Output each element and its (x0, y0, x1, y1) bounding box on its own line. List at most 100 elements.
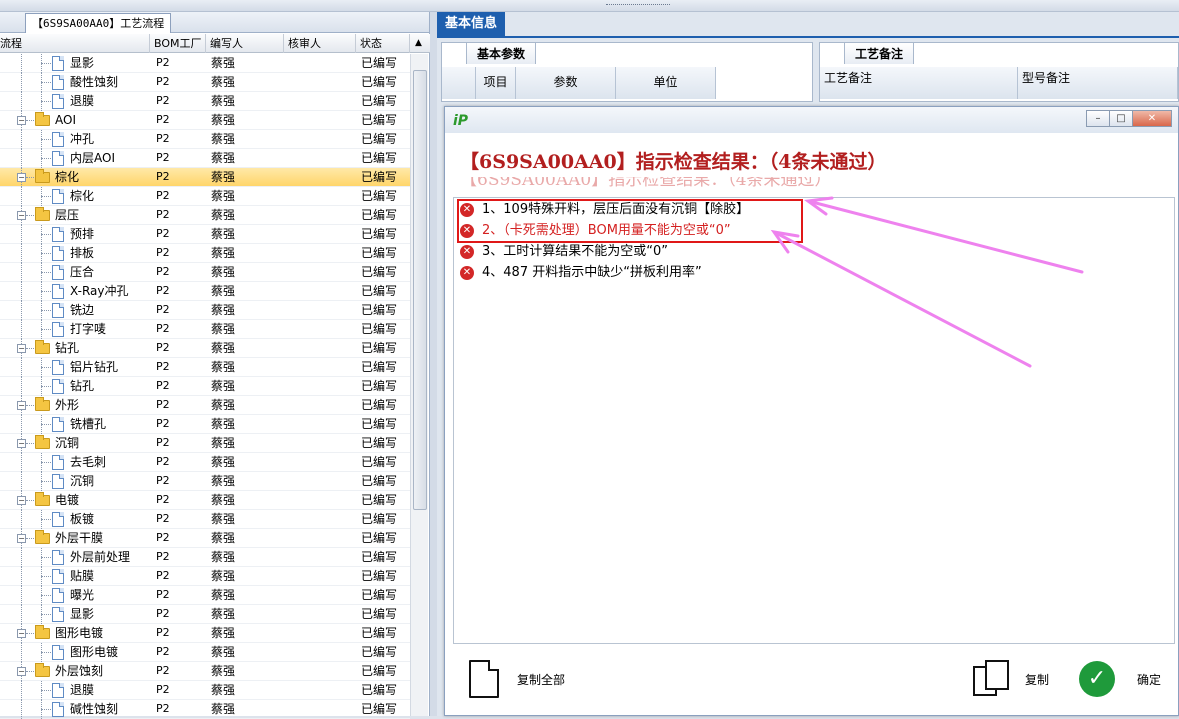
tab-process-notes[interactable]: 工艺备注 (844, 42, 915, 64)
tree-row[interactable]: − 外形 P2 蔡强 已编写 (0, 396, 410, 415)
tree-row[interactable]: 压合 P2 蔡强 已编写 (0, 263, 410, 282)
tab-process-flow[interactable]: 【6S9SA00AA0】工艺流程 (25, 13, 172, 33)
col-header-status[interactable]: 状态 (356, 34, 410, 53)
tree-row[interactable]: 板镀 P2 蔡强 已编写 (0, 510, 410, 529)
status: 已编写 (361, 208, 398, 222)
collapse-icon[interactable]: − (17, 629, 26, 638)
tree-row[interactable]: 排板 P2 蔡强 已编写 (0, 244, 410, 263)
minimize-button[interactable]: – (1086, 110, 1110, 127)
tree-row[interactable]: − 沉铜 P2 蔡强 已编写 (0, 434, 410, 453)
author: 蔡强 (211, 132, 236, 146)
dialog-title-bar[interactable]: iP – □ ✕ (445, 107, 1178, 133)
tree-row[interactable]: X-Ray冲孔 P2 蔡强 已编写 (0, 282, 410, 301)
tree-row[interactable]: 沉铜 P2 蔡强 已编写 (0, 472, 410, 491)
collapse-icon[interactable]: − (17, 439, 26, 448)
bom-factory: P2 (156, 645, 170, 658)
bom-factory: P2 (156, 512, 170, 525)
tree-row[interactable]: 棕化 P2 蔡强 已编写 (0, 187, 410, 206)
tree-row[interactable]: − 棕化 P2 蔡强 已编写 (0, 168, 410, 187)
col-header-bom-factory[interactable]: BOM工厂 (150, 34, 206, 53)
tree-row[interactable]: − 钻孔 P2 蔡强 已编写 (0, 339, 410, 358)
bom-factory: P2 (156, 417, 170, 430)
bom-factory: P2 (156, 607, 170, 620)
document-icon (52, 607, 64, 622)
author: 蔡强 (211, 284, 236, 298)
tree-row[interactable]: 显影 P2 蔡强 已编写 (0, 54, 410, 73)
tab-basic-params[interactable]: 基本参数 (466, 42, 537, 64)
tree-row[interactable]: − 外层蚀刻 P2 蔡强 已编写 (0, 662, 410, 681)
tree-row[interactable]: 退膜 P2 蔡强 已编写 (0, 681, 410, 700)
col-header-flow[interactable]: 流程 (0, 34, 150, 53)
status: 已编写 (361, 645, 398, 659)
tree-row[interactable]: 预排 P2 蔡强 已编写 (0, 225, 410, 244)
tree-row[interactable]: 打字唛 P2 蔡强 已编写 (0, 320, 410, 339)
maximize-button[interactable]: □ (1109, 110, 1133, 127)
collapse-icon[interactable]: − (17, 173, 26, 182)
panel-splitter[interactable] (430, 12, 437, 716)
collapse-icon[interactable]: − (17, 496, 26, 505)
tree-row[interactable]: − 图形电镀 P2 蔡强 已编写 (0, 624, 410, 643)
bom-factory: P2 (156, 683, 170, 696)
col-header-unit[interactable]: 单位 (616, 67, 716, 99)
collapse-icon[interactable]: − (17, 211, 26, 220)
process-name: 曝光 (70, 588, 95, 602)
ok-button[interactable]: ✓ 确定 (1079, 659, 1161, 699)
document-icon (52, 246, 64, 261)
process-flow-panel: 【6S9SA00AA0】工艺流程 流程 BOM工厂 编写人 核审人 状态 ▲ 显… (0, 12, 430, 719)
status: 已编写 (361, 265, 398, 279)
tree-row[interactable]: 退膜 P2 蔡强 已编写 (0, 92, 410, 111)
tree-row[interactable]: 图形电镀 P2 蔡强 已编写 (0, 643, 410, 662)
col-header-param[interactable]: 参数 (516, 67, 616, 99)
author: 蔡强 (211, 512, 236, 526)
process-name: 棕化 (70, 189, 95, 203)
collapse-icon[interactable]: − (17, 401, 26, 410)
tree-row[interactable]: 冲孔 P2 蔡强 已编写 (0, 130, 410, 149)
tree-row[interactable]: 去毛刺 P2 蔡强 已编写 (0, 453, 410, 472)
tree-row[interactable]: 碱性蚀刻 P2 蔡强 已编写 (0, 700, 410, 719)
process-name: 碱性蚀刻 (70, 702, 119, 716)
tree-row[interactable]: 铝片钻孔 P2 蔡强 已编写 (0, 358, 410, 377)
error-icon: ✕ (460, 203, 474, 217)
author: 蔡强 (211, 75, 236, 89)
tree-row[interactable]: 曝光 P2 蔡强 已编写 (0, 586, 410, 605)
top-splitter-bar[interactable] (0, 0, 1179, 12)
tree-row[interactable]: − AOI P2 蔡强 已编写 (0, 111, 410, 130)
tree-row[interactable]: 钻孔 P2 蔡强 已编写 (0, 377, 410, 396)
col-header-model-note[interactable]: 型号备注 (1018, 67, 1178, 99)
status: 已编写 (361, 683, 398, 697)
vertical-scrollbar[interactable] (410, 54, 428, 716)
tree-row[interactable]: 外层前处理 P2 蔡强 已编写 (0, 548, 410, 567)
copy-all-button[interactable]: 复制全部 (469, 659, 565, 699)
splitter-grip[interactable] (606, 4, 670, 7)
author: 蔡强 (211, 569, 236, 583)
collapse-icon[interactable]: − (17, 534, 26, 543)
tree-row[interactable]: − 外层干膜 P2 蔡强 已编写 (0, 529, 410, 548)
tree-row[interactable]: − 电镀 P2 蔡强 已编写 (0, 491, 410, 510)
tree-row[interactable]: 贴膜 P2 蔡强 已编写 (0, 567, 410, 586)
status: 已编写 (361, 189, 398, 203)
bom-factory: P2 (156, 227, 170, 240)
col-header-reviewer[interactable]: 核审人 (284, 34, 356, 53)
tree-row[interactable]: 酸性蚀刻 P2 蔡强 已编写 (0, 73, 410, 92)
col-header-author[interactable]: 编写人 (206, 34, 284, 53)
bom-factory: P2 (156, 379, 170, 392)
collapse-icon[interactable]: − (17, 667, 26, 676)
col-header-item[interactable]: 项目 (476, 67, 516, 99)
scroll-thumb[interactable] (413, 70, 427, 510)
copy-button[interactable]: 复制 (973, 659, 1049, 699)
tree-row[interactable]: 铣槽孔 P2 蔡强 已编写 (0, 415, 410, 434)
close-button[interactable]: ✕ (1132, 110, 1172, 127)
tab-basic-info[interactable]: 基本信息 (437, 12, 506, 36)
collapse-icon[interactable]: − (17, 344, 26, 353)
tree-row[interactable]: 显影 P2 蔡强 已编写 (0, 605, 410, 624)
collapse-icon[interactable]: − (17, 116, 26, 125)
scroll-up-icon[interactable]: ▲ (410, 34, 430, 53)
col-header-process-note[interactable]: 工艺备注 (820, 67, 1018, 99)
tree-row[interactable]: 铣边 P2 蔡强 已编写 (0, 301, 410, 320)
tree-row[interactable]: − 层压 P2 蔡强 已编写 (0, 206, 410, 225)
result-list[interactable]: ✕ 1、109特殊开料，层压后面没有沉铜【除胶】 ✕ 2、（卡死需处理）BOM用量不能… (453, 197, 1175, 644)
author: 蔡强 (211, 474, 236, 488)
bom-factory: P2 (156, 265, 170, 278)
tree-row[interactable]: 内层AOI P2 蔡强 已编写 (0, 149, 410, 168)
document-icon (52, 132, 64, 147)
